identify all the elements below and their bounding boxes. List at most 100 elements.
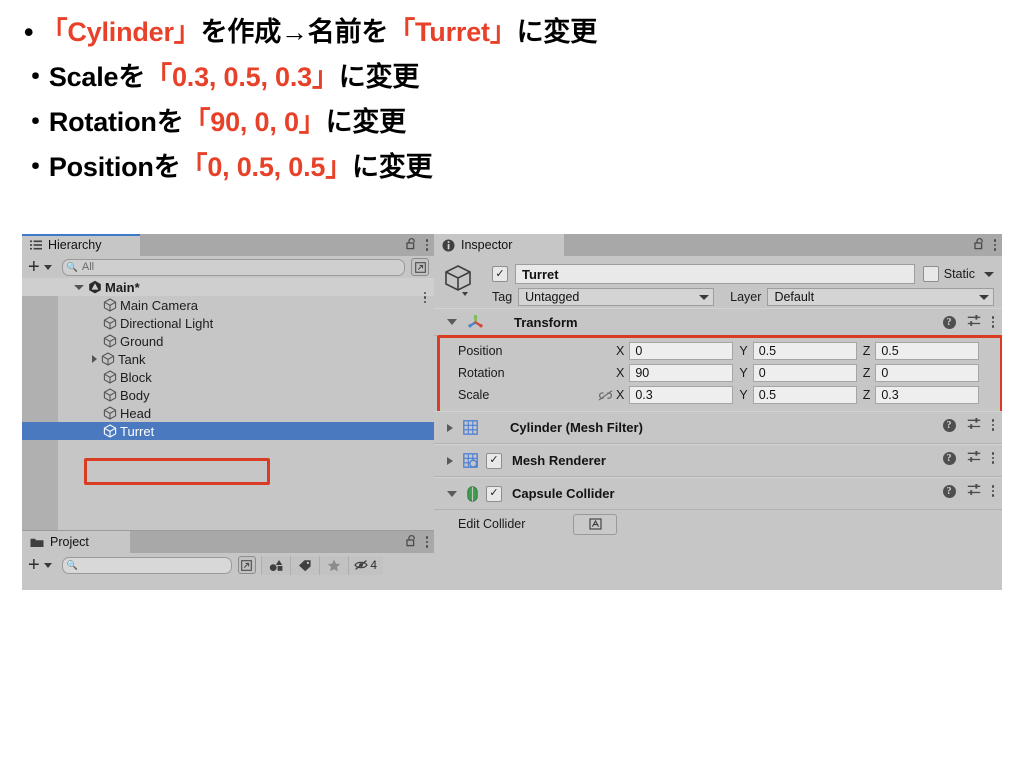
hierarchy-item-directional-light[interactable]: Directional Light bbox=[22, 314, 434, 332]
project-add-button[interactable]: + bbox=[28, 555, 40, 575]
chevron-right-icon[interactable] bbox=[447, 423, 453, 432]
component-header-mesh-renderer[interactable]: ✓ Mesh Renderer? bbox=[434, 444, 1002, 477]
help-icon[interactable]: ? bbox=[942, 315, 956, 329]
gameobject-cube-icon bbox=[101, 352, 115, 366]
bullet-marker-4: ・ bbox=[22, 152, 49, 182]
transform-position-x-input[interactable]: 0 bbox=[629, 342, 734, 360]
preset-sliders-icon[interactable] bbox=[967, 417, 981, 433]
kebab-menu-icon[interactable] bbox=[991, 452, 994, 464]
hierarchy-tree: Main* Main Camera Directional Light Ground T… bbox=[22, 278, 434, 530]
preset-sliders-icon[interactable] bbox=[967, 483, 981, 499]
transform-scale-z-input[interactable]: 0.3 bbox=[875, 386, 980, 404]
axis-label-y: Y bbox=[739, 344, 748, 358]
hierarchy-item-main-camera[interactable]: Main Camera bbox=[22, 296, 434, 314]
hierarchy-item-label: Directional Light bbox=[120, 315, 214, 331]
chevron-down-icon[interactable] bbox=[43, 264, 52, 270]
chevron-down-icon[interactable] bbox=[74, 284, 84, 290]
chevron-right-icon[interactable] bbox=[447, 456, 453, 465]
hierarchy-item-label: Ground bbox=[120, 333, 164, 349]
layer-value: Default bbox=[774, 290, 815, 304]
mesh-filter-icon bbox=[463, 420, 478, 435]
tag-dropdown[interactable]: Untagged bbox=[518, 288, 715, 306]
tab-hierarchy[interactable]: Hierarchy bbox=[22, 234, 140, 256]
hidden-packages-icon[interactable]: 4 bbox=[347, 555, 383, 575]
bullet-1-part-4: に変更 bbox=[516, 17, 598, 47]
component-header-actions: ? bbox=[942, 478, 994, 504]
hierarchy-item-label: Tank bbox=[118, 351, 146, 367]
help-icon[interactable]: ? bbox=[942, 484, 956, 498]
static-dropdown-chevron-icon[interactable] bbox=[984, 271, 994, 277]
tag-value: Untagged bbox=[525, 290, 580, 304]
kebab-menu-icon[interactable] bbox=[991, 485, 994, 497]
lock-open-icon[interactable] bbox=[973, 237, 985, 253]
tab-inspector[interactable]: Inspector bbox=[434, 234, 564, 256]
transform-scale-x-input[interactable]: 0.3 bbox=[629, 386, 734, 404]
hierarchy-search-input[interactable]: 🔍 All bbox=[61, 258, 405, 276]
info-icon bbox=[442, 239, 455, 252]
kebab-menu-icon[interactable] bbox=[991, 419, 994, 431]
preset-sliders-icon[interactable] bbox=[967, 450, 981, 466]
kebab-menu-icon[interactable] bbox=[993, 239, 996, 251]
kebab-menu-icon[interactable] bbox=[425, 536, 428, 548]
check-icon: ✓ bbox=[495, 267, 505, 280]
project-search-input[interactable]: 🔍 bbox=[61, 556, 232, 574]
chevron-down-icon bbox=[699, 294, 710, 300]
kebab-menu-icon[interactable] bbox=[991, 316, 994, 328]
hierarchy-item-label: Turret bbox=[120, 423, 155, 439]
component-header-capsule-collider[interactable]: ✓ Capsule Collider? bbox=[434, 477, 1002, 510]
object-name-field[interactable]: Turret bbox=[515, 264, 915, 284]
chevron-down-icon[interactable] bbox=[447, 490, 457, 497]
transform-header[interactable]: Transform ? bbox=[434, 308, 1002, 336]
gameobject-cube-icon bbox=[103, 388, 117, 402]
hierarchy-item-label: Main* bbox=[105, 279, 140, 295]
expand-window-icon[interactable] bbox=[237, 556, 256, 574]
hierarchy-add-button[interactable]: + bbox=[28, 257, 40, 277]
transform-rotation-x-input[interactable]: 90 bbox=[629, 364, 734, 382]
layer-dropdown[interactable]: Default bbox=[767, 288, 994, 306]
filter-by-label-icon[interactable] bbox=[289, 555, 319, 575]
axis-label-y: Y bbox=[739, 366, 748, 380]
component-enabled-checkbox[interactable]: ✓ bbox=[486, 485, 502, 502]
gameobject-cube-icon bbox=[103, 370, 117, 384]
bullet-3-part-2: 「90, 0, 0」 bbox=[183, 107, 326, 137]
favorites-star-icon[interactable] bbox=[318, 555, 348, 575]
kebab-menu-icon[interactable] bbox=[425, 239, 428, 251]
bullet-line-2: ・Scaleを「0.3, 0.5, 0.3」に変更 bbox=[22, 64, 419, 91]
hierarchy-item-head[interactable]: Head bbox=[22, 404, 434, 422]
hierarchy-item-turret[interactable]: Turret bbox=[22, 422, 434, 440]
transform-component: Transform ? Position X 0 Y 0.5 Z 0.5 Rotation X 9… bbox=[434, 308, 1002, 538]
hierarchy-item-main[interactable]: Main* bbox=[22, 278, 434, 303]
lock-open-icon[interactable] bbox=[405, 237, 417, 253]
chevron-right-icon[interactable] bbox=[92, 355, 97, 363]
preset-sliders-icon[interactable] bbox=[967, 314, 981, 330]
gameobject-cube-icon bbox=[103, 406, 117, 420]
axis-label-x: X bbox=[616, 366, 625, 380]
object-enabled-checkbox[interactable]: ✓ bbox=[492, 266, 508, 282]
transform-foldout-icon[interactable] bbox=[447, 319, 457, 325]
constrain-proportions-off-icon[interactable] bbox=[594, 389, 616, 401]
search-icon: 🔍 bbox=[66, 261, 78, 272]
hierarchy-item-block[interactable]: Block bbox=[22, 368, 434, 386]
transform-position-z-input[interactable]: 0.5 bbox=[875, 342, 980, 360]
lock-open-icon[interactable] bbox=[405, 534, 417, 550]
transform-scale-y-input[interactable]: 0.5 bbox=[752, 386, 857, 404]
chevron-down-icon[interactable] bbox=[43, 562, 52, 568]
edit-collider-button[interactable] bbox=[573, 513, 618, 535]
hierarchy-item-ground[interactable]: Ground bbox=[22, 332, 434, 350]
static-checkbox[interactable] bbox=[922, 266, 939, 282]
transform-position-y-input[interactable]: 0.5 bbox=[752, 342, 857, 360]
component-enabled-checkbox[interactable]: ✓ bbox=[486, 452, 502, 469]
expand-window-icon[interactable] bbox=[411, 258, 429, 276]
transform-rotation-z-input[interactable]: 0 bbox=[875, 364, 980, 382]
hierarchy-item-body[interactable]: Body bbox=[22, 386, 434, 404]
tab-project[interactable]: Project bbox=[22, 531, 130, 553]
axis-label-z: Z bbox=[862, 344, 871, 358]
component-header-cylinder-mesh-filter[interactable]: Cylinder (Mesh Filter)? bbox=[434, 411, 1002, 444]
help-icon[interactable]: ? bbox=[942, 451, 956, 465]
bullet-line-1: • 「Cylinder」を作成→名前を「Turret」に変更 bbox=[24, 19, 597, 46]
help-icon[interactable]: ? bbox=[942, 418, 956, 432]
hierarchy-item-tank[interactable]: Tank bbox=[22, 350, 434, 368]
transform-rotation-y-input[interactable]: 0 bbox=[752, 364, 857, 382]
transform-row-list: Position X 0 Y 0.5 Z 0.5 Rotation X 90 Y 0 Z 0 Scale X 0… bbox=[434, 340, 1002, 406]
filter-by-type-icon[interactable] bbox=[260, 555, 290, 575]
